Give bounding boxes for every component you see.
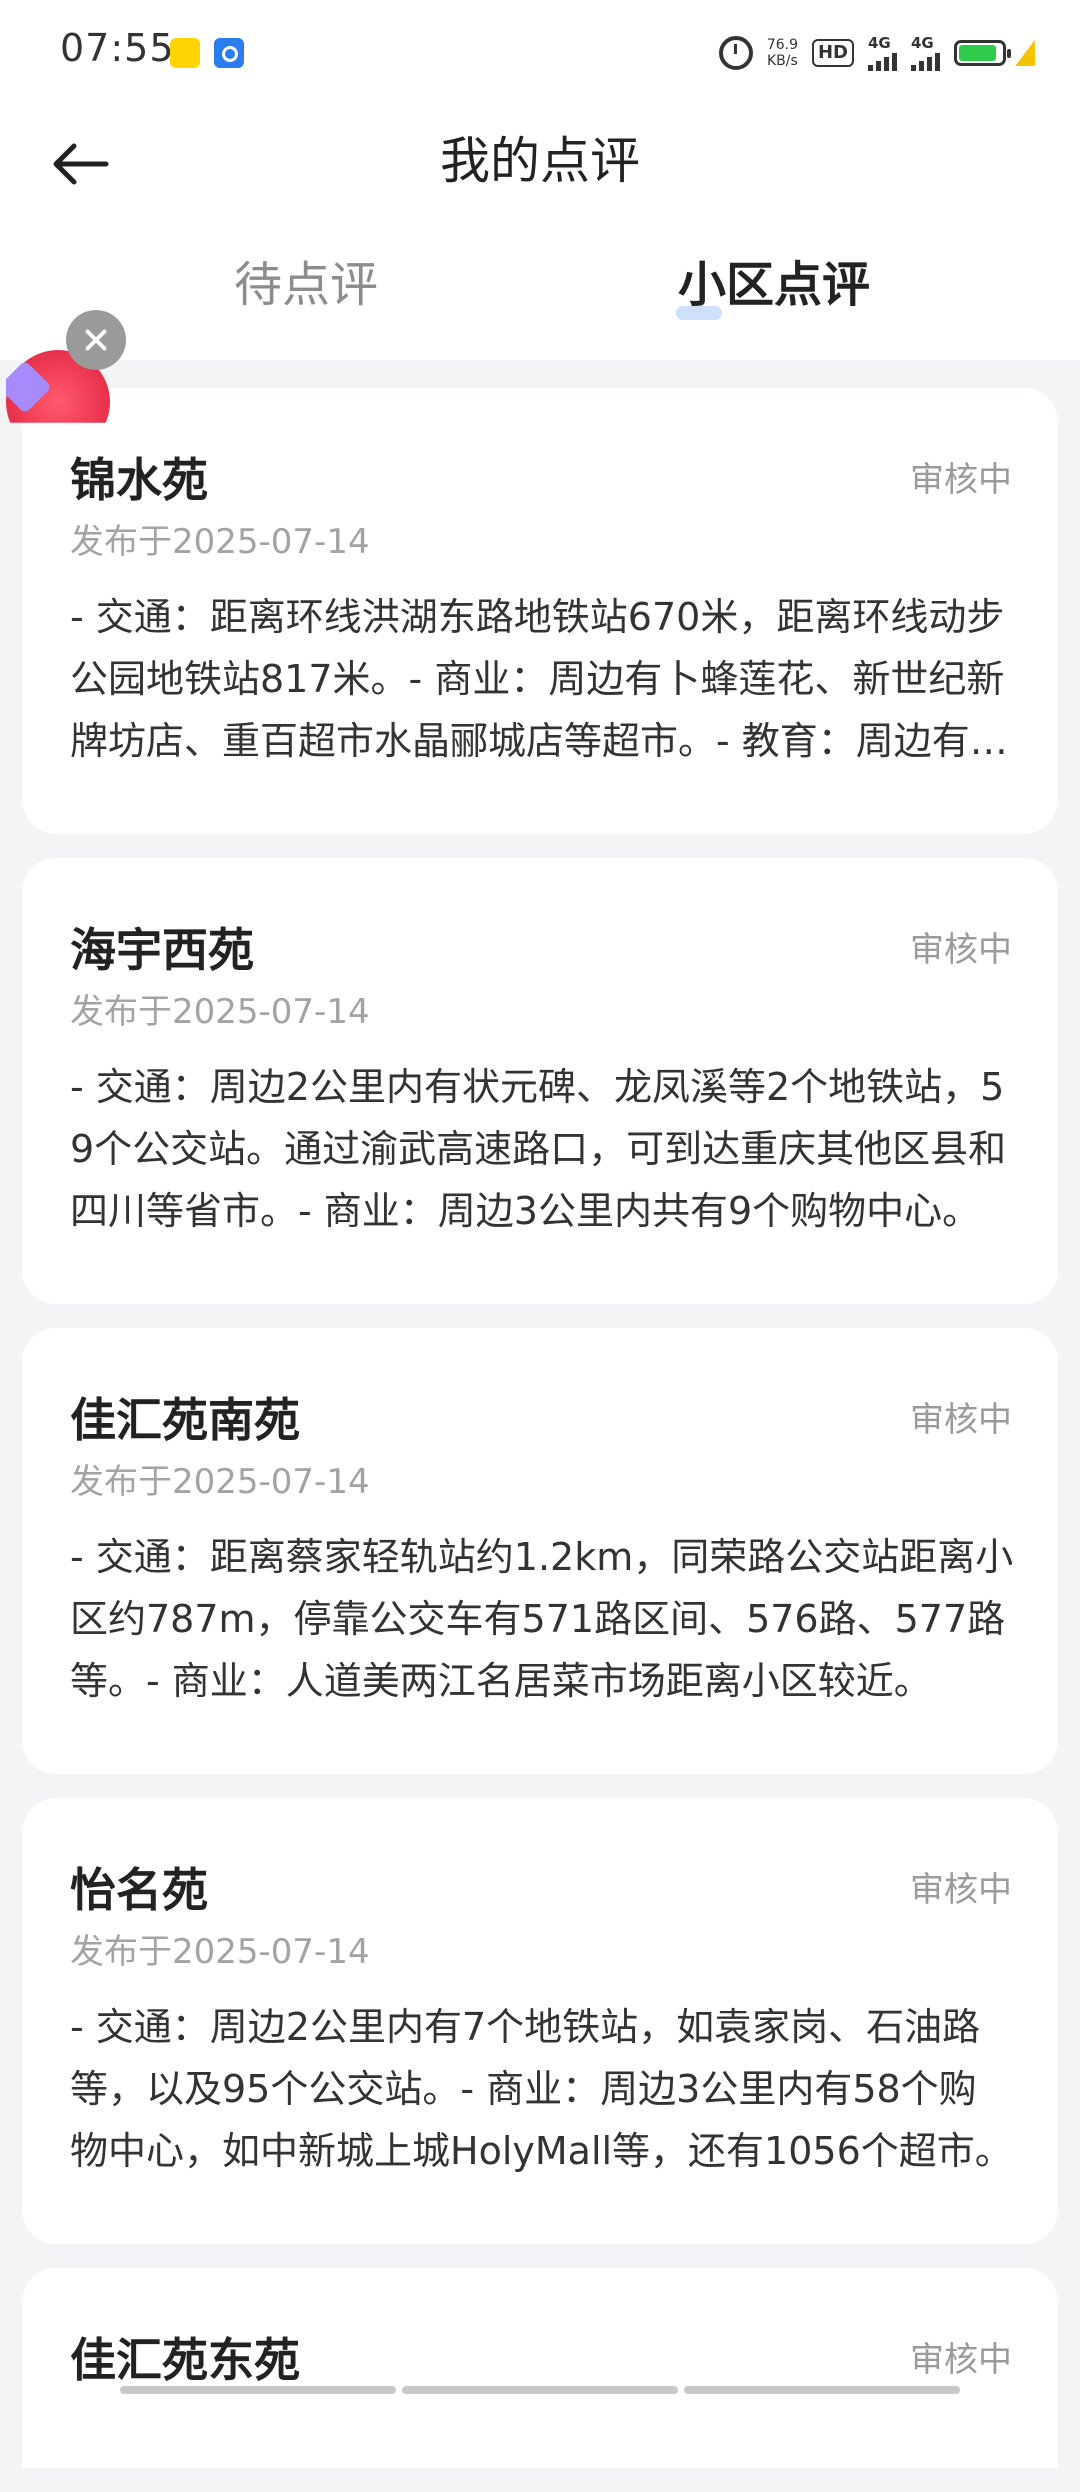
community-name: 佳汇苑南苑 bbox=[70, 1393, 300, 1447]
review-status-badge: 审核中 bbox=[910, 460, 1012, 500]
close-icon[interactable] bbox=[66, 310, 126, 370]
review-status-badge: 审核中 bbox=[910, 930, 1012, 970]
app-notification-icon-2 bbox=[214, 38, 244, 68]
review-content: - 交通：周边2公里内有7个地铁站，如袁家岗、石油路等，以及95个公交站。- 商… bbox=[70, 2005, 1013, 2173]
battery-fill bbox=[959, 45, 997, 61]
review-card[interactable]: 锦水苑 审核中 发布于2025-07-14 - 交通：距离环线洪湖东路地铁站67… bbox=[22, 388, 1058, 834]
review-status-badge: 审核中 bbox=[910, 2340, 1012, 2380]
charging-icon bbox=[1015, 40, 1045, 66]
gesture-nav-bar bbox=[120, 2386, 960, 2394]
network-type-1: 4G bbox=[868, 34, 891, 52]
active-tab-indicator bbox=[676, 306, 722, 320]
network-type-2: 4G bbox=[911, 34, 934, 52]
review-date: 发布于2025-07-14 bbox=[70, 522, 370, 562]
network-speed: 76.9 KB/s bbox=[767, 37, 798, 69]
review-card[interactable]: 怡名苑 审核中 发布于2025-07-14 - 交通：周边2公里内有7个地铁站，… bbox=[22, 1798, 1058, 2244]
status-bar: 07:55 76.9 KB/s HD 4G 4G bbox=[0, 0, 1080, 108]
signal-icon-1: 4G bbox=[868, 35, 897, 71]
review-date: 发布于2025-07-14 bbox=[70, 1932, 370, 1972]
hd-voice-icon: HD bbox=[811, 39, 854, 67]
floating-promo-widget[interactable] bbox=[0, 310, 126, 430]
network-speed-unit: KB/s bbox=[767, 53, 798, 69]
tab-pending-review[interactable]: 待点评 bbox=[234, 250, 378, 320]
review-date: 发布于2025-07-14 bbox=[70, 992, 370, 1032]
community-name: 锦水苑 bbox=[70, 453, 208, 507]
header: 我的点评 bbox=[0, 108, 1080, 220]
review-status-badge: 审核中 bbox=[910, 1870, 1012, 1910]
battery-icon bbox=[954, 40, 1011, 66]
page-title: 我的点评 bbox=[440, 132, 640, 190]
community-name: 海宇西苑 bbox=[70, 923, 254, 977]
alarm-icon bbox=[718, 36, 753, 70]
review-card[interactable]: 佳汇苑东苑 审核中 bbox=[22, 2268, 1058, 2468]
status-time: 07:55 bbox=[60, 26, 175, 70]
review-card[interactable]: 海宇西苑 审核中 发布于2025-07-14 - 交通：周边2公里内有状元碑、龙… bbox=[22, 858, 1058, 1304]
status-indicators: 76.9 KB/s HD 4G 4G bbox=[718, 28, 1045, 78]
review-content: - 交通：距离环线洪湖东路地铁站670米，距离环线动步公园地铁站817米。- 商… bbox=[70, 595, 1008, 763]
review-card[interactable]: 佳汇苑南苑 审核中 发布于2025-07-14 - 交通：距离蔡家轻轨站约1.2… bbox=[22, 1328, 1058, 1774]
tab-bar: 待点评 小区点评 bbox=[0, 220, 1080, 360]
review-content: - 交通：距离蔡家轻轨站约1.2km，同荣路公交站距离小区约787m，停靠公交车… bbox=[70, 1535, 1014, 1703]
review-list: 锦水苑 审核中 发布于2025-07-14 - 交通：距离环线洪湖东路地铁站67… bbox=[22, 388, 1058, 2492]
network-speed-value: 76.9 bbox=[766, 37, 798, 53]
community-name: 佳汇苑东苑 bbox=[70, 2333, 300, 2387]
app-notification-icon bbox=[170, 38, 200, 68]
review-status-badge: 审核中 bbox=[910, 1400, 1012, 1440]
review-date: 发布于2025-07-14 bbox=[70, 1462, 370, 1502]
community-name: 怡名苑 bbox=[70, 1863, 208, 1917]
signal-icon-2: 4G bbox=[911, 35, 940, 71]
review-content: - 交通：周边2公里内有状元碑、龙凤溪等2个地铁站，59个公交站。通过渝武高速路… bbox=[70, 1065, 1007, 1233]
